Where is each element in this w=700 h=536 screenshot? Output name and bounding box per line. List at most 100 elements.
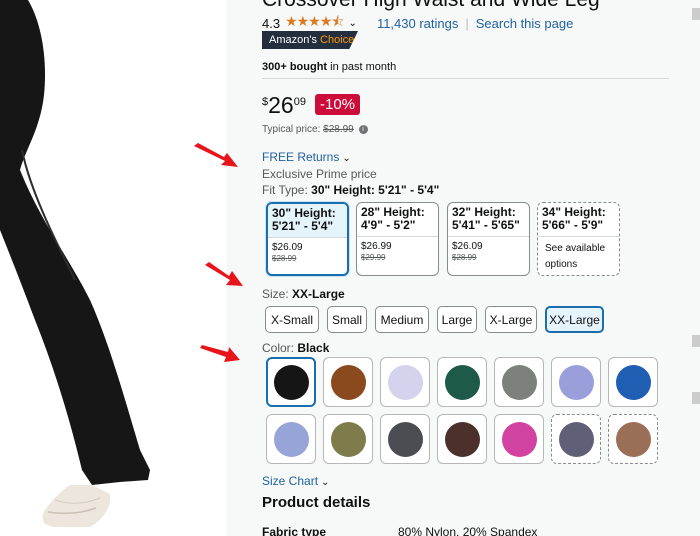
price: $ 26 09 <box>262 92 306 118</box>
fit-option-title-range: 5'21" - 5'4" <box>272 219 334 233</box>
fit-option-title: 28" Height: <box>361 205 425 219</box>
fit-type-label: Fit Type: 30" Height: 5'21" - 5'4" <box>262 183 439 197</box>
exclusive-prime-price: Exclusive Prime price <box>262 167 377 181</box>
size-option-medium[interactable]: Medium <box>375 306 429 333</box>
color-swatch[interactable] <box>323 414 373 464</box>
typical-price: Typical price: $28.99 i <box>262 124 368 135</box>
fit-option-30[interactable]: 30" Height: 5'21" - 5'4" $26.09 $28.99 <box>266 202 349 276</box>
size-label-text: Size: <box>262 287 293 301</box>
fabric-type-label: Fabric type <box>262 525 327 536</box>
fit-option-title-range: 5'41" - 5'65" <box>452 218 520 232</box>
fabric-type-value: 80% Nylon, 20% Spandex <box>398 525 538 536</box>
swatch-color <box>501 421 537 457</box>
fit-option-price: $26.09 <box>272 242 303 253</box>
price-fraction: 09 <box>293 96 306 108</box>
badge-choice-text: Choice <box>320 34 355 46</box>
swatch-color <box>330 364 366 400</box>
fit-option-title: 34" Height: <box>542 205 606 219</box>
color-label-text: Color: <box>262 341 298 355</box>
color-swatch[interactable] <box>266 414 316 464</box>
color-swatch[interactable] <box>494 357 544 407</box>
swatch-color <box>558 421 594 457</box>
scroll-stub <box>692 392 700 404</box>
swatch-color <box>387 421 423 457</box>
ratings-count-link[interactable]: 11,430 ratings <box>377 16 458 31</box>
amazons-choice-badge[interactable]: Amazon's Choice <box>262 31 358 49</box>
size-chart-text: Size Chart <box>262 474 319 488</box>
typical-price-value: $28.99 <box>323 124 354 135</box>
info-icon[interactable]: i <box>358 124 368 134</box>
color-swatch[interactable] <box>437 414 487 464</box>
swatch-color <box>615 421 651 457</box>
bought-period: in past month <box>327 61 397 73</box>
fit-option-price: $26.09 <box>452 241 483 252</box>
color-swatch[interactable] <box>323 357 373 407</box>
size-selected-value: XX-Large <box>292 287 345 301</box>
swatch-color <box>615 364 651 400</box>
color-swatch[interactable] <box>494 414 544 464</box>
search-page-link[interactable]: Search this page <box>476 16 574 31</box>
free-returns-link[interactable]: FREE Returns ⌄ <box>262 150 351 164</box>
see-available-options: See available <box>545 243 606 254</box>
color-swatch-unavailable[interactable] <box>551 414 601 464</box>
size-option-small[interactable]: Small <box>327 306 367 333</box>
chevron-down-icon[interactable]: ⌄ <box>349 18 357 29</box>
scroll-stub <box>692 8 700 20</box>
color-swatch[interactable] <box>551 357 601 407</box>
size-label: Size: XX-Large <box>262 287 345 301</box>
leggings-illustration <box>0 0 150 527</box>
chevron-down-icon: ⌄ <box>342 153 351 164</box>
fit-option-34[interactable]: 34" Height: 5'66" - 5'9" See available opt… <box>537 202 620 276</box>
color-selected-value: Black <box>297 341 330 355</box>
swatch-color <box>444 364 480 400</box>
fit-type-label-text: Fit Type: <box>262 183 312 197</box>
bought-count: 300+ bought <box>262 61 328 73</box>
size-chart-link[interactable]: Size Chart ⌄ <box>262 474 329 488</box>
annotation-arrow-icon <box>205 262 243 286</box>
swatch-color <box>501 364 537 400</box>
free-returns-text: FREE Returns <box>262 150 340 164</box>
size-option-large[interactable]: Large <box>437 306 477 333</box>
fit-option-title-range: 5'66" - 5'9" <box>542 218 604 232</box>
swatch-color <box>387 364 423 400</box>
fit-option-old-price: $29.99 <box>361 253 386 262</box>
product-image[interactable] <box>0 0 226 536</box>
size-option-xx-large[interactable]: XX-Large <box>545 306 604 333</box>
color-swatch-unavailable[interactable] <box>608 414 658 464</box>
badge-text: Amazon's <box>269 34 317 46</box>
size-option-x-large[interactable]: X-Large <box>485 306 537 333</box>
fit-option-old-price: $28.99 <box>272 254 297 263</box>
see-available-options-2: options <box>545 259 578 270</box>
chevron-down-icon: ⌄ <box>321 477 330 488</box>
swatch-color <box>444 421 480 457</box>
color-swatch[interactable] <box>380 414 430 464</box>
product-details-heading: Product details <box>262 494 371 511</box>
fit-option-old-price: $28.99 <box>452 253 477 262</box>
color-label: Color: Black <box>262 341 329 355</box>
fit-type-selected-value: 30" Height: 5'21" - 5'4" <box>311 183 440 197</box>
color-swatch[interactable] <box>437 357 487 407</box>
bought-in-past-month: 300+ bought in past month <box>262 61 396 73</box>
color-swatch[interactable] <box>380 357 430 407</box>
fit-option-price: $26.99 <box>361 241 392 252</box>
fit-option-title: 30" Height: <box>272 206 336 220</box>
size-option-x-small[interactable]: X-Small <box>265 306 319 333</box>
swatch-color <box>558 364 594 400</box>
color-swatch-black[interactable] <box>266 357 316 407</box>
swatch-color <box>273 364 309 400</box>
fit-option-title: 32" Height: <box>452 205 516 219</box>
swatch-color <box>273 421 309 457</box>
typical-price-label: Typical price: <box>262 124 324 135</box>
swatch-color <box>330 421 366 457</box>
discount-badge: -10% <box>315 94 361 115</box>
annotation-arrow-icon <box>200 345 240 362</box>
fit-option-32[interactable]: 32" Height: 5'41" - 5'65" $26.09 $28.99 <box>447 202 530 276</box>
rating-value: 4.3 <box>262 15 281 31</box>
color-swatch[interactable] <box>608 357 658 407</box>
price-whole: 26 <box>268 92 294 118</box>
annotation-arrow-icon <box>194 143 238 167</box>
fit-option-title-range: 4'9" - 5'2" <box>361 218 416 232</box>
fit-option-28[interactable]: 28" Height: 4'9" - 5'2" $26.99 $29.99 <box>356 202 439 276</box>
divider <box>262 78 669 79</box>
scroll-stub <box>692 335 700 347</box>
